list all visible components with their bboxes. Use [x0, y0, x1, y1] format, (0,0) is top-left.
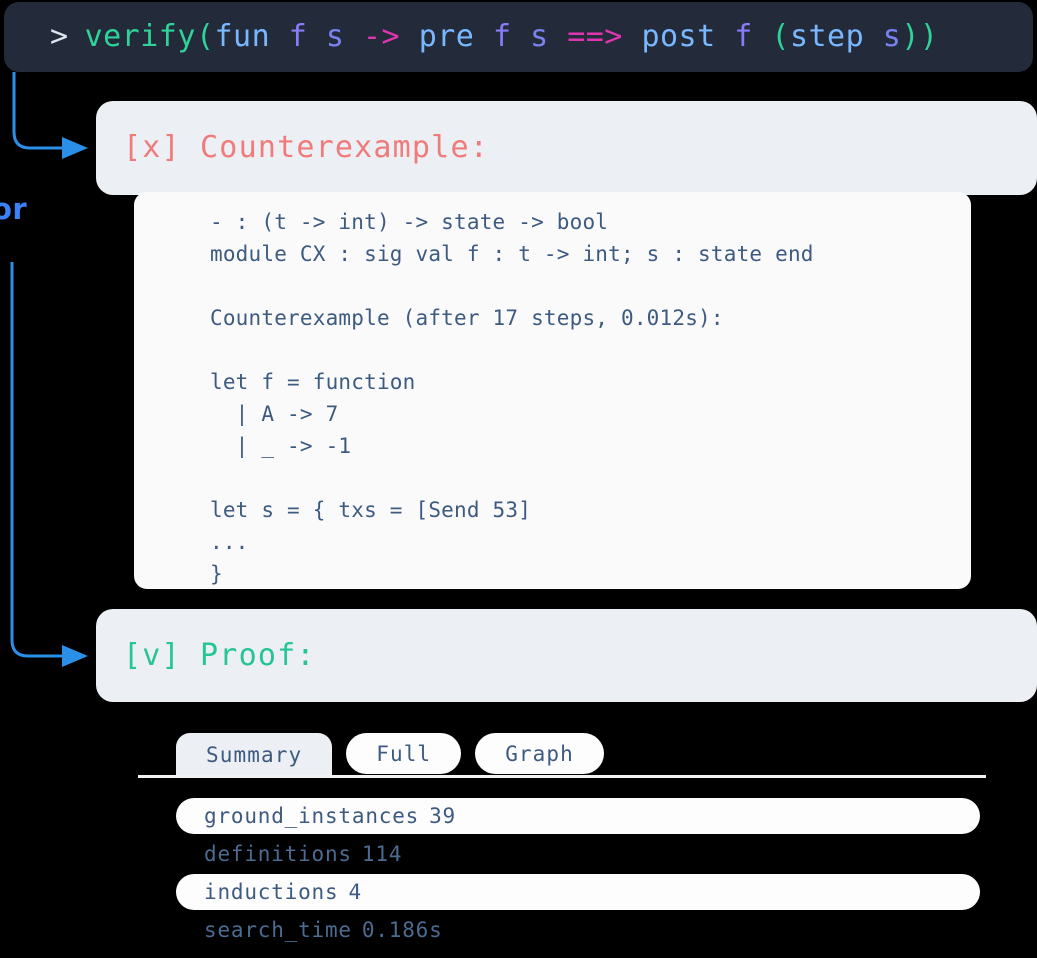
command-text: verify(fun f s -> pre f s ==> post f (st…	[85, 22, 939, 52]
command-token-8: ->	[363, 19, 401, 54]
code-line: let f = function	[210, 370, 416, 394]
metric-value: 4	[348, 880, 362, 904]
command-token-22: (	[771, 19, 790, 54]
command-token-16: ==>	[567, 19, 623, 54]
command-token-23: step	[789, 19, 865, 54]
metric-row-inductions: inductions 4	[176, 874, 980, 910]
command-token-0: verify	[84, 19, 196, 54]
command-token-6: s	[325, 19, 345, 54]
metric-key: ground_instances	[204, 804, 420, 828]
command-bar[interactable]: > verify(fun f s -> pre f s ==> post f (…	[4, 2, 1033, 72]
code-line: ...	[210, 530, 249, 554]
metric-key: search_time	[204, 918, 352, 942]
code-line: }	[210, 562, 223, 586]
command-token-2: fun	[214, 19, 271, 54]
proof-view-tabs: Summary Full Graph	[176, 733, 604, 776]
command-token-17	[623, 19, 642, 54]
tabs-underline	[138, 775, 986, 778]
tab-graph[interactable]: Graph	[475, 733, 604, 774]
metric-value: 0.186s	[361, 918, 443, 942]
command-token-3	[270, 19, 289, 54]
metric-key: definitions	[204, 842, 352, 866]
metric-value: 114	[361, 842, 403, 866]
command-token-5	[307, 19, 326, 54]
metric-value: 39	[429, 804, 456, 828]
command-token-21	[753, 19, 772, 54]
code-line: module CX : sig val f : t -> int; s : st…	[210, 242, 814, 266]
connector-arrow-counterexample	[62, 137, 88, 159]
command-token-18: post	[641, 19, 716, 54]
counterexample-card[interactable]: [x] Counterexample:	[96, 101, 1037, 195]
command-token-7	[344, 19, 363, 54]
proof-label: [v] Proof:	[123, 637, 316, 673]
metric-row-ground_instances: ground_instances 39	[176, 798, 980, 834]
command-token-26: )	[901, 19, 920, 54]
command-token-20: f	[734, 19, 753, 54]
command-token-27: )	[919, 19, 939, 54]
command-token-24	[864, 19, 883, 54]
command-token-11	[474, 19, 493, 54]
counterexample-code-panel: - : (t -> int) -> state -> bool module CX…	[134, 192, 971, 589]
code-line: - : (t -> int) -> state -> bool	[210, 210, 609, 234]
counterexample-label: [x] Counterexample:	[123, 130, 489, 165]
command-token-19	[716, 19, 735, 54]
command-token-9	[400, 19, 419, 54]
proof-card[interactable]: [v] Proof:	[96, 609, 1037, 702]
command-token-10: pre	[418, 19, 475, 54]
metric-row-definitions: definitions 114	[176, 836, 980, 872]
connector-arrow-proof	[62, 645, 88, 667]
command-token-14: s	[530, 19, 549, 54]
prompt-symbol: >	[50, 19, 69, 54]
code-line: | A -> 7	[210, 402, 339, 426]
code-line: Counterexample (after 17 steps, 0.012s):	[210, 306, 724, 330]
branch-label-or: or	[0, 192, 28, 226]
code-line: | _ -> -1	[210, 434, 352, 458]
metric-key: inductions	[204, 880, 339, 904]
command-token-13	[512, 19, 531, 54]
connector-line-proof	[10, 262, 62, 658]
tab-summary[interactable]: Summary	[176, 733, 333, 776]
metric-row-search_time: search_time 0.186s	[176, 912, 980, 948]
connector-line-counterexample	[12, 72, 62, 150]
command-token-12: f	[492, 19, 512, 54]
command-token-1: (	[195, 19, 215, 54]
tab-full[interactable]: Full	[346, 733, 462, 774]
proof-metrics-list: ground_instances 39 definitions 114 inductio…	[176, 798, 980, 950]
command-token-25: s	[882, 19, 902, 54]
command-token-15	[549, 19, 568, 54]
command-token-4: f	[288, 19, 308, 54]
code-line: let s = { txs = [Send 53]	[210, 498, 532, 522]
